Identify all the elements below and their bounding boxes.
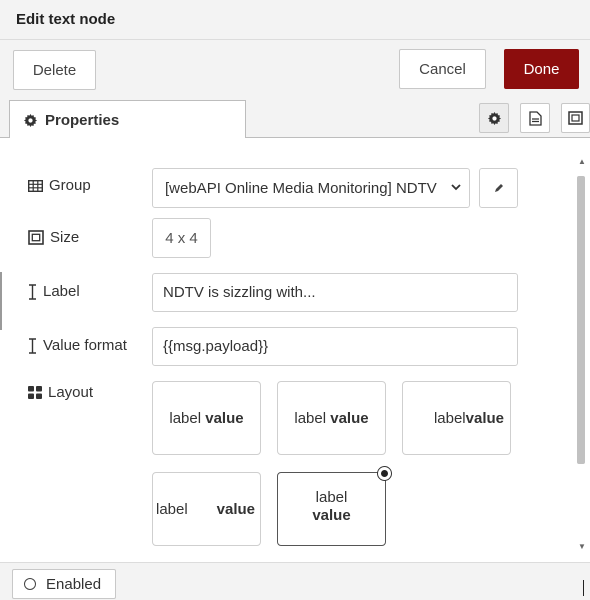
toolbar: Delete Cancel Done	[0, 40, 590, 100]
layout-option-value: value	[205, 409, 244, 427]
selected-radio-icon	[377, 466, 392, 481]
edit-group-button[interactable]	[479, 168, 518, 208]
circle-icon	[24, 578, 36, 590]
edge-marker	[0, 272, 2, 330]
tab-description-button[interactable]	[520, 103, 550, 133]
text-caret	[583, 580, 584, 596]
enabled-toggle[interactable]: Enabled	[12, 569, 116, 599]
grid-icon	[28, 386, 42, 399]
label-field-label: Label	[43, 283, 80, 300]
group-row-label: Group	[28, 177, 91, 194]
scrollbar-thumb[interactable]	[577, 176, 585, 464]
layout-option-label: label	[315, 489, 348, 506]
layout-option-3[interactable]: label value	[402, 381, 511, 455]
value-format-label: Value format	[43, 337, 127, 354]
delete-button[interactable]: Delete	[13, 50, 96, 90]
cancel-button[interactable]: Cancel	[399, 49, 486, 89]
tab-settings-button[interactable]	[479, 103, 509, 133]
tab-properties-label: Properties	[45, 111, 120, 129]
pencil-icon	[494, 184, 503, 192]
layout-option-5-selected[interactable]: label value	[277, 466, 392, 546]
layout-option-value: value	[330, 409, 369, 427]
size-row-label: Size	[28, 229, 79, 246]
layout-option-value: value	[312, 507, 351, 524]
size-label: Size	[50, 229, 80, 246]
tray-title: Edit text node	[16, 11, 116, 28]
group-select-value: [webAPI Online Media Monitoring] NDTV	[165, 179, 437, 197]
layout-option-value: value	[216, 501, 255, 518]
gear-icon	[24, 113, 37, 127]
tab-properties[interactable]: Properties	[9, 100, 246, 139]
layout-option-label: label	[294, 409, 327, 427]
value-format-row-label: Value format	[28, 337, 127, 354]
label-input[interactable]: NDTV is sizzling with...	[152, 273, 518, 312]
layout-label: Layout	[48, 384, 94, 401]
layout-option-label: label	[169, 409, 202, 427]
chevron-down-icon	[451, 184, 461, 191]
size-button[interactable]: 4 x 4	[152, 218, 211, 258]
value-format-input[interactable]: {{msg.payload}}	[152, 327, 518, 366]
enabled-label: Enabled	[46, 575, 102, 593]
layout-option-label: label	[433, 409, 466, 427]
gear-icon	[487, 111, 501, 125]
text-cursor-icon	[29, 337, 36, 354]
tab-bar: Properties	[0, 100, 590, 139]
group-select[interactable]: [webAPI Online Media Monitoring] NDTV	[152, 168, 470, 208]
layout-row-label: Layout	[28, 384, 93, 401]
layout-option-4[interactable]: label value	[152, 472, 261, 546]
tab-appearance-button[interactable]	[561, 103, 590, 133]
group-label: Group	[49, 177, 91, 194]
done-button[interactable]: Done	[504, 49, 579, 89]
scroll-down-arrow[interactable]: ▼	[578, 542, 586, 551]
table-icon	[28, 179, 43, 192]
label-row-label: Label	[28, 283, 80, 300]
tray-header: Edit text node	[0, 0, 590, 40]
scroll-up-arrow[interactable]: ▲	[578, 157, 586, 166]
frame-icon	[568, 111, 583, 125]
layout-option-value: value	[465, 409, 504, 427]
footer: Enabled	[0, 562, 590, 600]
layout-option-label: label	[156, 501, 188, 518]
size-frame-icon	[28, 230, 44, 245]
layout-option-2[interactable]: label value	[277, 381, 386, 455]
text-cursor-icon	[29, 283, 36, 300]
document-icon	[528, 110, 542, 126]
layout-option-1[interactable]: label value	[152, 381, 261, 455]
